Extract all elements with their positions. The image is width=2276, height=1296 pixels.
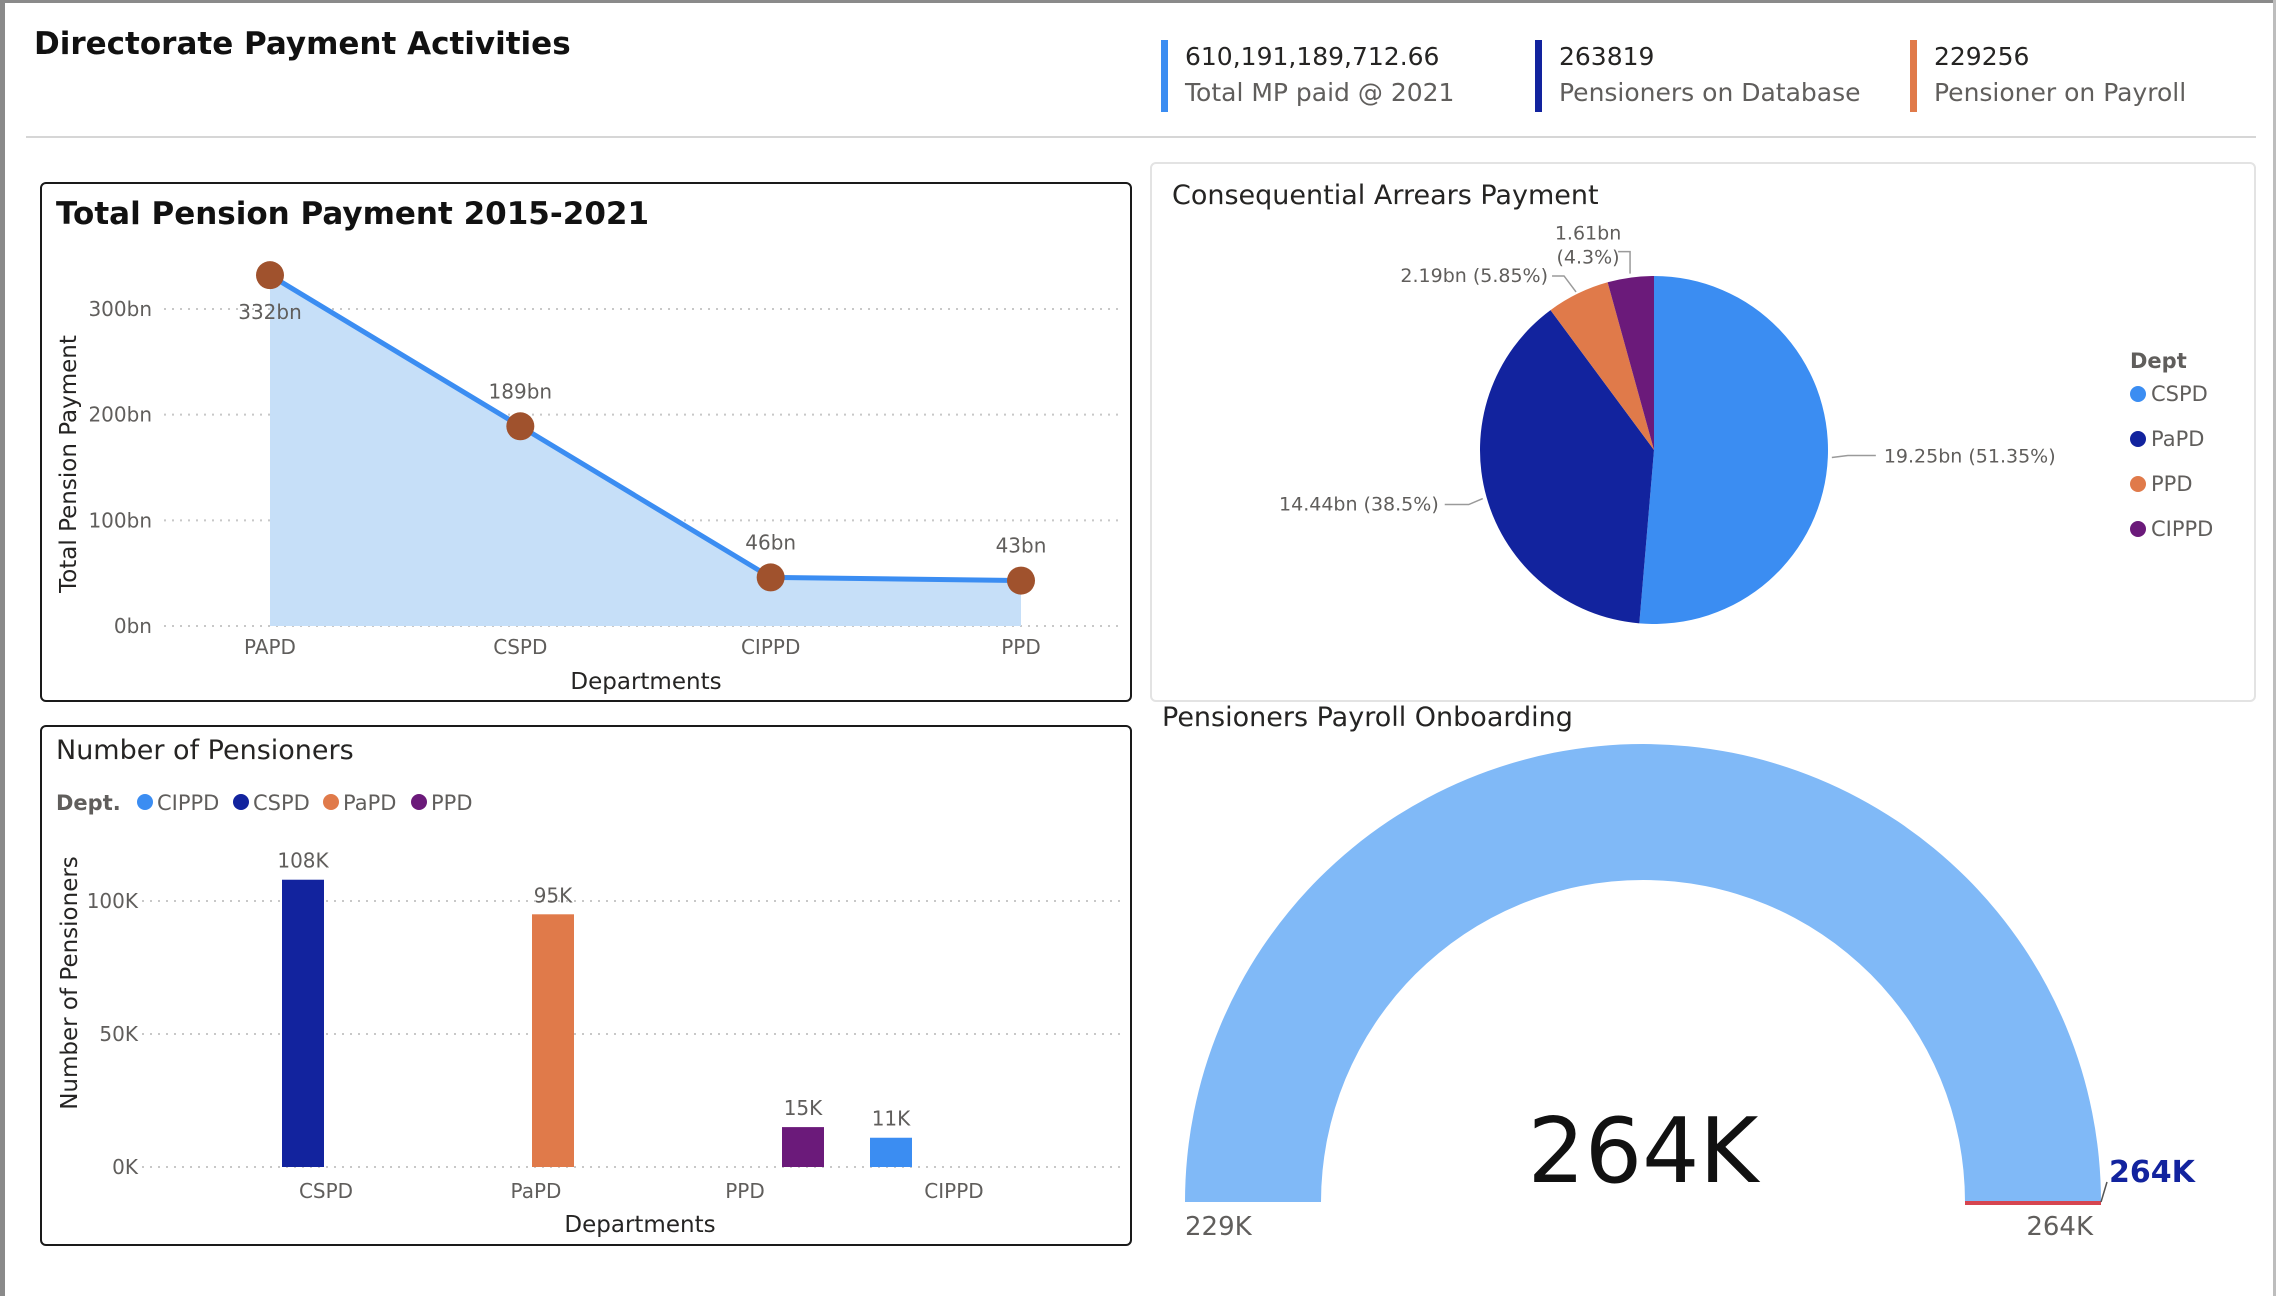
kpi-value: 229256 bbox=[1934, 42, 2030, 71]
total-pension-payment-card[interactable]: Total Pension Payment 2015-2021 0bn 100bn… bbox=[40, 182, 1132, 702]
data-label: 189bn bbox=[489, 379, 553, 403]
x-tick-label: CIPPD bbox=[924, 1179, 983, 1203]
legend-title: Dept bbox=[2130, 349, 2187, 373]
bar-papd bbox=[532, 914, 574, 1167]
data-point bbox=[1007, 566, 1035, 595]
legend-label-papd: PaPD bbox=[343, 791, 396, 815]
data-label: 95K bbox=[534, 883, 573, 907]
data-label: (4.3%) bbox=[1557, 247, 1620, 269]
x-axis-title: Departments bbox=[564, 1212, 715, 1238]
y-tick-label: 0K bbox=[112, 1155, 139, 1179]
legend-label-cippd: CIPPD bbox=[157, 791, 219, 815]
number-of-pensioners-card[interactable]: Number of Pensioners Dept. CIPPD CSPD PaPD P… bbox=[40, 725, 1132, 1246]
number-of-pensioners-chart: Dept. CIPPD CSPD PaPD PPD 0K 50K 100K CSPD PaPD PP… bbox=[56, 791, 1124, 1238]
x-tick-label: CSPD bbox=[493, 635, 547, 659]
leader-line bbox=[1831, 454, 1876, 459]
legend-swatch bbox=[2130, 431, 2146, 447]
bar-cspd bbox=[282, 879, 324, 1167]
data-label: 108K bbox=[277, 849, 329, 873]
header-divider bbox=[26, 136, 2256, 138]
data-point bbox=[506, 412, 535, 441]
y-axis-title: Number of Pensioners bbox=[57, 856, 83, 1110]
data-point bbox=[256, 261, 284, 290]
page-title: Directorate Payment Activities bbox=[34, 26, 571, 62]
x-tick-label: CSPD bbox=[299, 1179, 353, 1203]
data-label: 19.25bn (51.35%) bbox=[1884, 446, 2056, 468]
gauge-max-label: 264K bbox=[2026, 1212, 2094, 1242]
kpi-accent-bar bbox=[1535, 40, 1542, 112]
data-label: 1.61bn bbox=[1555, 223, 1621, 245]
legend-swatch bbox=[137, 794, 153, 810]
legend-title: Dept. bbox=[56, 791, 121, 815]
kpi-value: 610,191,189,712.66 bbox=[1185, 42, 1440, 71]
legend-label-papd: PaPD bbox=[2151, 427, 2204, 451]
data-label: 43bn bbox=[996, 534, 1047, 558]
y-tick-label: 0bn bbox=[114, 614, 152, 638]
gauge-value: 264K bbox=[1528, 1099, 1761, 1204]
pie-slice-cspd bbox=[1639, 276, 1829, 624]
consequential-arrears-chart: 19.25bn (51.35%) 14.44bn (38.5%) 2.19bn (5… bbox=[1279, 223, 2213, 624]
data-label: 2.19bn (5.85%) bbox=[1400, 265, 1548, 287]
legend-swatch bbox=[2130, 521, 2146, 537]
kpi-value: 263819 bbox=[1559, 42, 1655, 71]
legend-label-cippd: CIPPD bbox=[2151, 517, 2213, 541]
gauge-min-label: 229K bbox=[1185, 1212, 1253, 1242]
legend-swatch bbox=[2130, 476, 2146, 492]
kpi-label: Pensioner on Payroll bbox=[1934, 78, 2187, 107]
leader-line bbox=[1618, 250, 1631, 274]
target-label: 264K bbox=[2109, 1155, 2197, 1190]
legend-label-cspd: CSPD bbox=[2151, 382, 2208, 406]
y-tick-label: 100K bbox=[87, 889, 139, 913]
legend-swatch bbox=[2130, 386, 2146, 402]
kpi-label: Pensioners on Database bbox=[1559, 78, 1861, 107]
y-tick-label: 100bn bbox=[88, 508, 152, 532]
legend-label-cspd: CSPD bbox=[253, 791, 310, 815]
kpi-label: Total MP paid @ 2021 bbox=[1185, 78, 1455, 107]
data-label: 332bn bbox=[238, 300, 302, 324]
legend-label-ppd: PPD bbox=[2151, 472, 2193, 496]
x-tick-label: PaPD bbox=[511, 1179, 562, 1203]
x-tick-label: PAPD bbox=[244, 635, 296, 659]
y-tick-label: 50K bbox=[99, 1022, 138, 1046]
window-top-border bbox=[0, 0, 2276, 3]
gauge-title: Pensioners Payroll Onboarding bbox=[1162, 702, 1573, 733]
data-label: 11K bbox=[872, 1107, 911, 1131]
x-axis-title: Departments bbox=[570, 669, 721, 695]
legend-swatch bbox=[233, 794, 249, 810]
consequential-arrears-card[interactable]: Consequential Arrears Payment 19.25bn (5… bbox=[1150, 162, 2256, 702]
legend-swatch bbox=[411, 794, 427, 810]
pensioners-payroll-onboarding-gauge[interactable]: 264K 264K 229K 264K bbox=[1150, 736, 2270, 1276]
x-tick-label: PPD bbox=[725, 1179, 765, 1203]
kpi-accent-bar bbox=[1910, 40, 1917, 112]
data-label: 15K bbox=[784, 1096, 823, 1120]
leader-line bbox=[1552, 275, 1577, 293]
legend-swatch bbox=[323, 794, 339, 810]
bar-cippd bbox=[870, 1137, 912, 1167]
kpi-accent-bar bbox=[1161, 40, 1168, 112]
legend-label-ppd: PPD bbox=[431, 791, 473, 815]
x-tick-label: PPD bbox=[1001, 635, 1041, 659]
y-tick-label: 300bn bbox=[88, 297, 152, 321]
total-pension-payment-chart: 0bn 100bn 200bn 300bn 332bn PAPD 189bn CSPD 46bn… bbox=[56, 261, 1124, 695]
data-label: 14.44bn (38.5%) bbox=[1279, 494, 1439, 516]
target-leader-line bbox=[2100, 1181, 2108, 1203]
data-label: 46bn bbox=[745, 530, 796, 554]
data-point bbox=[756, 563, 785, 592]
bar-ppd bbox=[782, 1127, 824, 1167]
window-left-border bbox=[0, 0, 5, 1296]
y-axis-title: Total Pension Payment bbox=[56, 335, 82, 594]
x-tick-label: CIPPD bbox=[741, 635, 800, 659]
y-tick-label: 200bn bbox=[88, 403, 152, 427]
leader-line bbox=[1444, 497, 1484, 506]
area-fill bbox=[270, 275, 1021, 626]
